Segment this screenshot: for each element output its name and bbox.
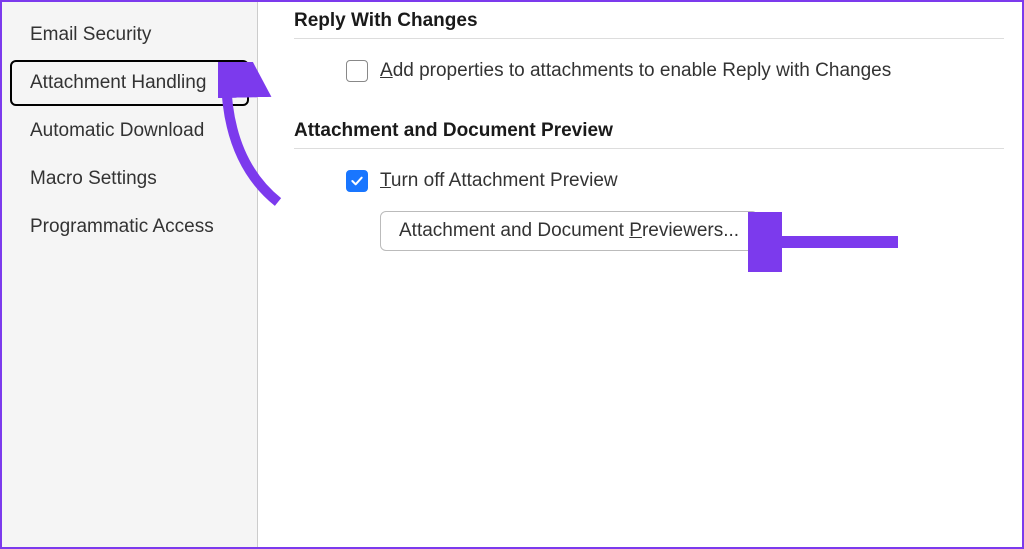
sidebar-item-label: Automatic Download: [30, 120, 204, 141]
sidebar: Email Security Attachment Handling Autom…: [2, 2, 258, 547]
main-panel: Reply With Changes Add properties to att…: [258, 2, 1022, 547]
checkbox-turn-off-preview[interactable]: [346, 170, 368, 192]
section-divider: [294, 38, 1004, 39]
checkbox-add-properties[interactable]: [346, 60, 368, 82]
sidebar-item-label: Email Security: [30, 24, 151, 45]
sidebar-item-email-security[interactable]: Email Security: [10, 12, 249, 58]
section-heading-attachment-preview: Attachment and Document Preview: [294, 120, 1004, 142]
check-icon: [349, 173, 365, 189]
sidebar-item-programmatic-access[interactable]: Programmatic Access: [10, 204, 249, 250]
sidebar-item-automatic-download[interactable]: Automatic Download: [10, 108, 249, 154]
section-heading-reply-with-changes: Reply With Changes: [294, 10, 1004, 32]
option-label: Add properties to attachments to enable …: [380, 59, 891, 84]
sidebar-item-label: Macro Settings: [30, 168, 157, 189]
sidebar-item-attachment-handling[interactable]: Attachment Handling: [10, 60, 249, 106]
section-body-reply-with-changes: Add properties to attachments to enable …: [346, 59, 1004, 84]
trust-center-window: Email Security Attachment Handling Autom…: [0, 0, 1024, 549]
section-body-attachment-preview: Turn off Attachment Preview Attachment a…: [346, 169, 1004, 252]
button-label: Attachment and Document Previewers...: [399, 220, 739, 241]
option-turn-off-preview[interactable]: Turn off Attachment Preview: [346, 169, 1004, 194]
attachment-previewers-button[interactable]: Attachment and Document Previewers...: [380, 211, 758, 251]
section-divider: [294, 148, 1004, 149]
sidebar-item-label: Attachment Handling: [30, 72, 206, 93]
sidebar-item-macro-settings[interactable]: Macro Settings: [10, 156, 249, 202]
option-add-properties[interactable]: Add properties to attachments to enable …: [346, 59, 1004, 84]
sidebar-item-label: Programmatic Access: [30, 216, 214, 237]
option-label: Turn off Attachment Preview: [380, 169, 618, 194]
